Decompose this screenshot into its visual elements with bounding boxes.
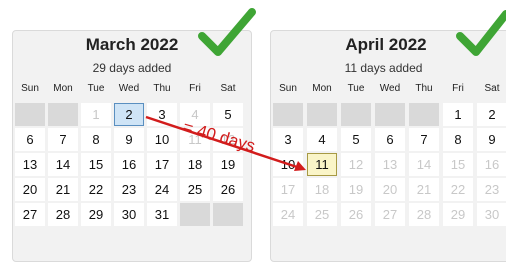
arrow-annotation [145,115,306,171]
